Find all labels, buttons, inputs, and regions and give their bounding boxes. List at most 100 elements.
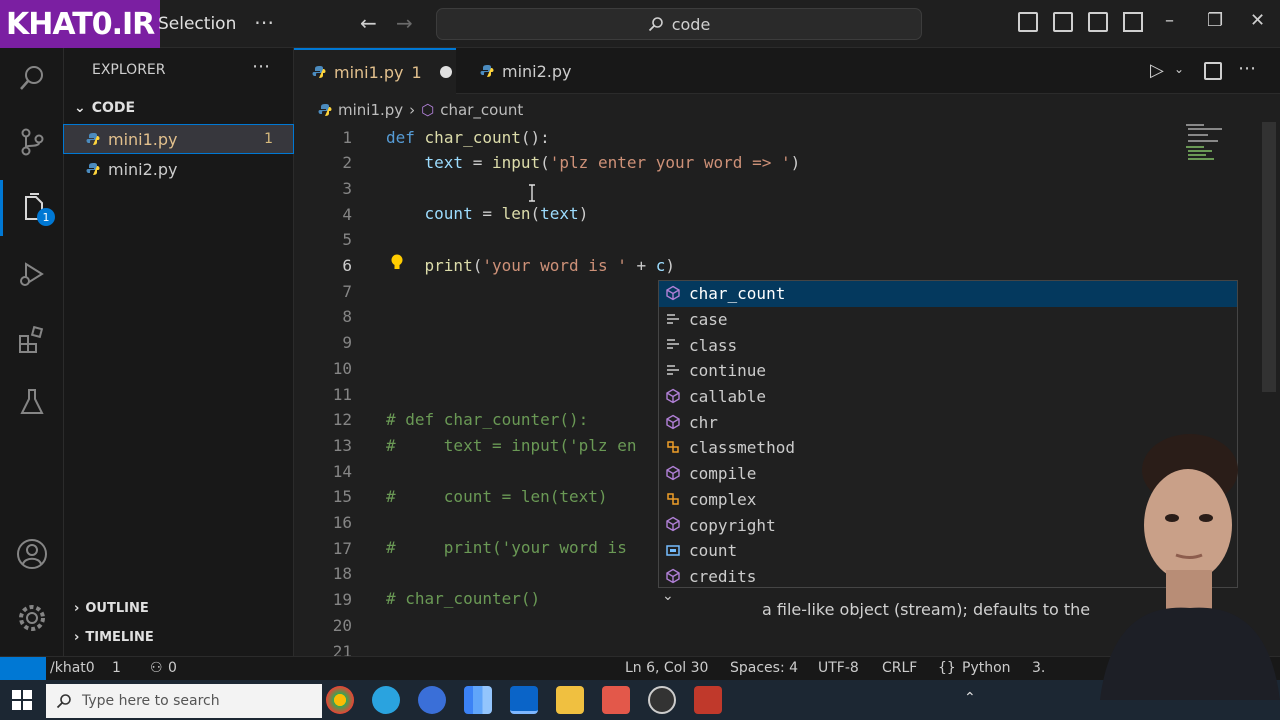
suggestion-label: compile	[689, 464, 757, 484]
suggest-more-chevron-icon[interactable]: ⌄	[662, 588, 674, 604]
powerpoint-icon[interactable]	[694, 686, 722, 714]
clock-app-icon[interactable]	[648, 686, 676, 714]
end-of-line[interactable]: CRLF	[882, 660, 917, 676]
tab-label: mini2.py	[502, 61, 572, 81]
search-view-icon[interactable]	[0, 50, 64, 106]
unsaved-dot-icon[interactable]	[439, 66, 452, 78]
manage-gear-icon[interactable]	[0, 590, 64, 646]
warnings-count[interactable]: 0	[168, 660, 177, 676]
explorer-more-icon[interactable]: ⋯	[252, 56, 270, 77]
watermark-logo: KHAT0.IR	[0, 0, 160, 48]
recorder-app-icon[interactable]	[602, 686, 630, 714]
minimap[interactable]	[1182, 122, 1242, 182]
method-cube-icon	[666, 285, 680, 301]
python-version[interactable]: 3.	[1032, 660, 1045, 676]
breadcrumb: mini1.py › ⬡ char_count	[318, 100, 523, 120]
accounts-icon[interactable]	[0, 526, 64, 582]
tab-mini2[interactable]: mini2.py	[462, 48, 602, 94]
keyword-icon	[667, 313, 679, 324]
split-editor-icon[interactable]	[1204, 62, 1222, 80]
remote-indicator[interactable]	[0, 657, 46, 681]
file-explorer-icon[interactable]	[556, 686, 584, 714]
minimize-icon[interactable]: –	[1165, 10, 1174, 31]
suggestion-label: case	[689, 309, 728, 329]
customize-layout-icon[interactable]	[1123, 12, 1143, 32]
menu-selection[interactable]: Selection	[158, 14, 236, 34]
chrome-icon[interactable]	[326, 686, 354, 714]
method-cube-icon	[666, 465, 680, 481]
back-arrow-icon[interactable]: ←	[360, 11, 377, 35]
tray-chevron-up-icon[interactable]: ⌃	[964, 690, 976, 706]
command-center-search[interactable]: code	[436, 8, 922, 40]
folder-code[interactable]: ⌄ CODE	[74, 100, 135, 116]
source-control-icon[interactable]	[0, 114, 64, 170]
indentation[interactable]: Spaces: 4	[730, 660, 798, 676]
line-number-text: 20	[332, 615, 352, 635]
code-line: def char_count():	[386, 127, 550, 147]
text-cursor-icon	[529, 184, 535, 202]
toggle-primary-sidebar-icon[interactable]	[1018, 12, 1038, 32]
editor-scrollbar[interactable]	[1262, 122, 1276, 392]
tab-label: mini1.py	[334, 62, 404, 82]
code-line: count = len(text)	[424, 204, 589, 223]
taskbar-search[interactable]: Type here to search	[46, 684, 322, 718]
suggest-doc-text: a file-like object (stream); defaults to…	[762, 600, 1091, 619]
activity-bar: 1	[0, 48, 64, 656]
suggestion-item[interactable]: continue	[659, 358, 1237, 384]
toggle-secondary-sidebar-icon[interactable]	[1088, 12, 1108, 32]
python-file-icon	[86, 133, 100, 145]
breadcrumb-symbol[interactable]: char_count	[440, 101, 523, 119]
tab-mini1[interactable]: mini1.py 1	[294, 48, 456, 94]
vscode-icon[interactable]	[510, 686, 538, 714]
logo-text: KHAT0.IR	[6, 6, 155, 42]
presenter-webcam	[1100, 434, 1280, 700]
vpn-icon[interactable]	[418, 686, 446, 714]
method-cube-icon	[666, 516, 680, 532]
menu-more-icon[interactable]: ⋯	[254, 10, 274, 34]
suggestion-item[interactable]: case	[659, 307, 1237, 333]
explorer-title: EXPLORER	[92, 62, 166, 78]
cursor-position[interactable]: Ln 6, Col 30	[625, 660, 708, 676]
line-number: 21	[294, 638, 1194, 657]
restore-icon[interactable]: ❐	[1207, 10, 1223, 31]
suggestion-item[interactable]: callable	[659, 384, 1237, 410]
problems-count[interactable]: 1	[112, 660, 121, 676]
run-python-icon[interactable]: ▷	[1150, 60, 1164, 81]
suggestion-item[interactable]: class	[659, 332, 1237, 358]
chevron-down-icon: ⌄	[74, 100, 86, 116]
suggestion-label: credits	[689, 566, 757, 586]
close-icon[interactable]: ✕	[1250, 10, 1265, 31]
editor-more-icon[interactable]: ⋯	[1238, 58, 1256, 79]
explorer-icon[interactable]: 1	[0, 180, 64, 236]
suggestion-label: class	[689, 335, 738, 355]
language-mode[interactable]: Python	[962, 660, 1011, 676]
file-mini1[interactable]: mini1.py 1	[63, 124, 294, 154]
bell-slash-icon: ⚇	[150, 660, 163, 676]
encoding[interactable]: UTF-8	[818, 660, 859, 676]
testing-icon[interactable]	[0, 374, 64, 430]
suggestion-label: complex	[689, 489, 757, 509]
breadcrumb-file[interactable]: mini1.py	[338, 101, 403, 119]
telegram-icon[interactable]	[372, 686, 400, 714]
windows-start-icon[interactable]	[12, 690, 32, 710]
forward-arrow-icon[interactable]: →	[396, 11, 413, 35]
status-bar: /khat0 1 ⚇ 0 Ln 6, Col 30 Spaces: 4 UTF-…	[0, 656, 1280, 681]
lightbulb-icon[interactable]	[390, 254, 404, 272]
run-debug-icon[interactable]	[0, 246, 64, 302]
suggestion-item[interactable]: char_count	[659, 281, 1237, 307]
chart-app-icon[interactable]	[464, 686, 492, 714]
line-number-text: 8	[342, 307, 352, 327]
run-dropdown-chevron-icon[interactable]: ⌄	[1174, 62, 1184, 76]
line-number-text: 11	[332, 384, 352, 404]
line-number-text: 10	[332, 358, 352, 378]
chevron-right-icon: ›	[74, 630, 80, 645]
command-center-label: code	[671, 14, 711, 34]
method-cube-icon	[666, 414, 680, 429]
extensions-icon[interactable]	[0, 312, 64, 368]
file-mini2[interactable]: mini2.py	[64, 155, 293, 183]
suggestion-label: callable	[689, 387, 767, 407]
timeline-section[interactable]: › TIMELINE	[74, 630, 154, 645]
toggle-panel-icon[interactable]	[1053, 12, 1073, 32]
outline-section[interactable]: › OUTLINE	[74, 601, 149, 616]
line-number-text: 3	[342, 178, 352, 198]
